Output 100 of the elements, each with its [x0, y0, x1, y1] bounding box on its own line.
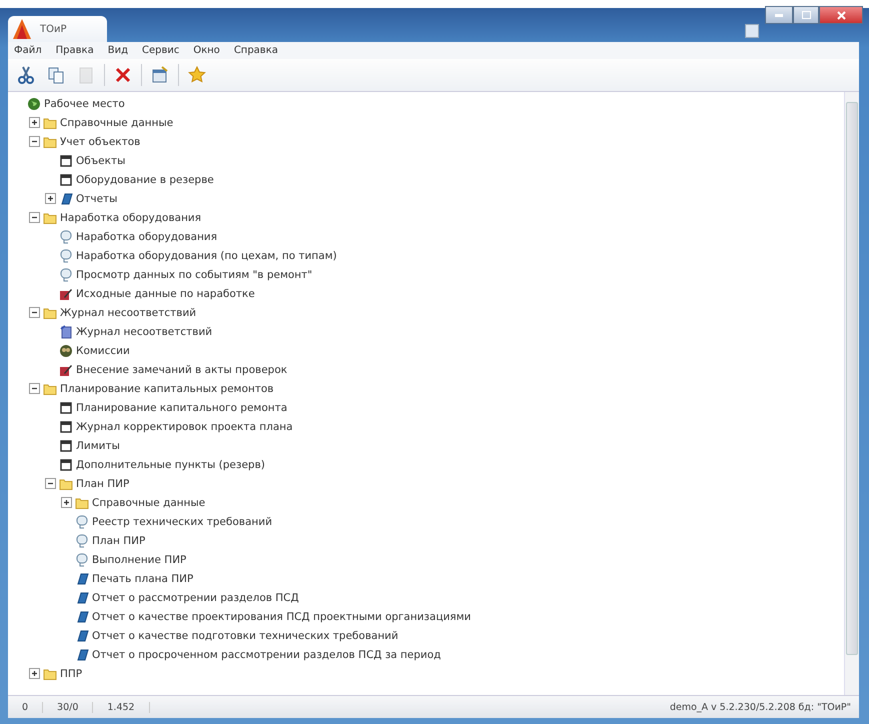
window-icon	[59, 172, 73, 186]
plus-icon	[31, 119, 38, 126]
delete-icon	[113, 65, 133, 85]
minimize-button[interactable]	[765, 6, 793, 24]
scrollbar[interactable]	[844, 92, 859, 695]
tree-item[interactable]: Журнал несоответствий	[76, 326, 212, 338]
tree-item[interactable]: Отчет о качестве подготовки технических требований	[92, 630, 398, 642]
tree-item[interactable]: Наработка оборудования	[76, 230, 218, 242]
logo-icon	[12, 18, 32, 40]
menu-item[interactable]: Сервис	[142, 45, 180, 56]
collapse-toggle[interactable]	[29, 383, 40, 394]
tree-item[interactable]: Учет объектов	[60, 136, 140, 148]
plus-icon	[63, 499, 70, 506]
tree-item[interactable]: Оборудование в резерве	[76, 174, 214, 186]
monitor-icon	[59, 248, 73, 262]
window-icon	[59, 400, 73, 414]
close-icon	[836, 10, 846, 20]
collapse-toggle[interactable]	[29, 136, 40, 147]
tree-item[interactable]: Исходные данные по наработке	[76, 288, 255, 300]
window-icon	[59, 420, 73, 434]
expand-toggle[interactable]	[45, 193, 56, 204]
status-field: 1.452	[93, 702, 150, 712]
app-tab[interactable]: ТОиР	[8, 16, 107, 42]
tree-item[interactable]: План ПИР	[76, 478, 130, 490]
status-field: 30/0	[43, 702, 94, 712]
tree-item[interactable]: Журнал несоответствий	[60, 306, 196, 318]
tree-item[interactable]: План ПИР	[92, 534, 146, 546]
book-icon	[75, 610, 89, 624]
menu-item[interactable]: Файл	[14, 45, 42, 56]
tree-item[interactable]: Просмотр данных по событиям "в ремонт"	[76, 268, 312, 280]
book-icon	[75, 648, 89, 662]
expand-toggle[interactable]	[29, 668, 40, 679]
star-icon	[187, 65, 207, 85]
tree-item[interactable]: Журнал корректировок проекта плана	[76, 420, 293, 432]
tree-item[interactable]: Рабочее место	[44, 98, 125, 110]
monitor-icon	[59, 268, 73, 282]
menu-item[interactable]: Справка	[234, 45, 278, 56]
tree-item[interactable]: Отчеты	[76, 192, 118, 204]
pencil-icon	[59, 286, 73, 300]
collapse-toggle[interactable]	[45, 478, 56, 489]
tree-item[interactable]: ППР	[60, 668, 82, 680]
properties-icon	[150, 65, 170, 85]
window-icon	[59, 154, 73, 168]
close-button[interactable]	[819, 6, 863, 24]
collapse-toggle[interactable]	[29, 212, 40, 223]
tree-item[interactable]: Реестр технических требований	[92, 516, 272, 528]
minus-icon	[31, 138, 38, 145]
journal-icon	[59, 324, 73, 338]
scissors-icon	[16, 65, 36, 85]
minus-icon	[47, 480, 54, 487]
globe-icon	[27, 96, 41, 110]
collapse-toggle[interactable]	[29, 307, 40, 318]
tree-item[interactable]: Комиссии	[76, 344, 130, 356]
expand-toggle[interactable]	[29, 117, 40, 128]
tree-item[interactable]: Планирование капитального ремонта	[76, 402, 288, 414]
monitor-icon	[75, 552, 89, 566]
book-icon	[75, 628, 89, 642]
version-info: demo_A v 5.2.230/5.2.208 бд: "ТОиР"	[670, 702, 852, 712]
tree-item[interactable]: Дополнительные пункты (резерв)	[76, 458, 265, 470]
tree-item[interactable]: Наработка оборудования	[60, 212, 202, 224]
tree-item[interactable]: Лимиты	[76, 440, 120, 452]
tree-item[interactable]: Отчет о рассмотрении разделов ПСД	[92, 592, 299, 604]
minimize-icon	[775, 14, 783, 16]
minus-icon	[31, 214, 38, 221]
tree-item[interactable]: Внесение замечаний в акты проверок	[76, 364, 288, 376]
folder-icon	[43, 382, 57, 396]
minus-icon	[31, 309, 38, 316]
menu-item[interactable]: Правка	[56, 45, 94, 56]
folder-icon	[75, 496, 89, 510]
tree-item[interactable]: Справочные данные	[60, 116, 174, 128]
menu-item[interactable]: Вид	[108, 45, 128, 56]
pencil-icon	[59, 362, 73, 376]
tree-item[interactable]: Объекты	[76, 154, 126, 166]
plus-icon	[47, 195, 54, 202]
tree-item[interactable]: Печать плана ПИР	[92, 572, 194, 584]
folder-icon	[43, 306, 57, 320]
tree-item[interactable]: Выполнение ПИР	[92, 554, 186, 566]
copy-icon	[46, 65, 66, 85]
window-icon	[59, 438, 73, 452]
tree-item[interactable]: Отчет о качестве проектирования ПСД проектными организациями	[92, 610, 471, 622]
book-icon	[75, 572, 89, 586]
maximize-icon	[802, 11, 810, 19]
monitor-icon	[75, 534, 89, 548]
book-icon	[75, 590, 89, 604]
monitor-icon	[59, 230, 73, 244]
tree-item[interactable]: Наработка оборудования (по цехам, по типам)	[76, 250, 337, 262]
tree-item[interactable]: Справочные данные	[92, 496, 206, 508]
folder-icon	[59, 476, 73, 490]
menu-item[interactable]: Окно	[193, 45, 220, 56]
window-icon	[59, 458, 73, 472]
plus-icon	[31, 670, 38, 677]
tree-item[interactable]: Планирование капитальных ремонтов	[60, 382, 274, 394]
expand-toggle[interactable]	[61, 497, 72, 508]
status-field: 0	[8, 702, 44, 712]
folder-icon	[43, 210, 57, 224]
minus-icon	[31, 385, 38, 392]
maximize-button[interactable]	[793, 6, 819, 24]
monitor-icon	[75, 514, 89, 528]
folder-icon	[43, 116, 57, 130]
tree-item[interactable]: Отчет о просроченном рассмотрении разделов ПСД за период	[92, 648, 441, 660]
